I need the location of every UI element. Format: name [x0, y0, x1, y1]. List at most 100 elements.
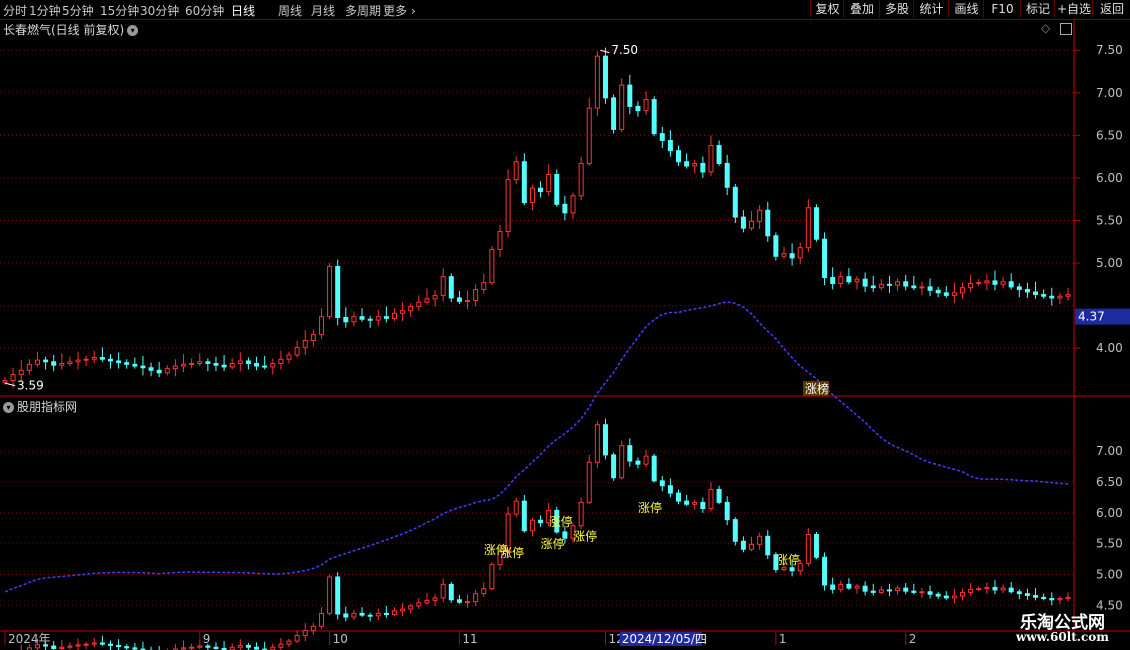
candle-body — [229, 646, 235, 650]
indicator-candle — [911, 583, 917, 595]
main-candle — [1008, 273, 1014, 290]
main-panel-title: 长春燃气(日线 前复权) ▾ — [3, 21, 139, 38]
indicator-candle — [1065, 592, 1071, 602]
candle-body — [416, 602, 422, 607]
indicator-candle — [538, 515, 544, 528]
candle-body — [732, 519, 738, 542]
candle-body — [124, 362, 130, 365]
candle-body — [465, 300, 471, 303]
candle-body — [903, 281, 909, 287]
limit-up-label: 涨停 — [776, 552, 800, 567]
candle-body — [107, 643, 113, 646]
indicator-panel-title: ▾ 股朋指标网 — [3, 398, 77, 415]
maximize-icon[interactable] — [1060, 22, 1073, 35]
main-candle — [181, 354, 187, 373]
indicator-candle — [189, 643, 195, 650]
main-candle — [26, 359, 32, 375]
candle-body — [813, 533, 819, 558]
main-candle — [205, 358, 211, 372]
indicator-candle — [757, 532, 763, 550]
main-candle — [667, 130, 673, 157]
main-candle — [676, 145, 682, 166]
main-candle — [546, 164, 552, 196]
candle-body — [635, 460, 641, 465]
time-label: 11 — [462, 632, 477, 646]
indicator-candle — [529, 517, 535, 537]
main-candle — [1016, 283, 1022, 298]
candle-body — [67, 645, 73, 648]
candle-body — [189, 646, 195, 649]
main-candle — [870, 275, 876, 292]
kline-chart[interactable]: 7.50 7.00 6.50 6.00 5.50 5.00 4.00 7.00 6.50 6.00… — [0, 0, 1130, 650]
candle-body — [627, 84, 633, 107]
main-candle — [822, 232, 828, 286]
candle-body — [757, 209, 763, 222]
main-candle — [708, 135, 714, 177]
candle-body — [432, 597, 438, 601]
main-candle — [164, 365, 170, 376]
main-candle — [1057, 292, 1063, 304]
panel-controls: ◇ — [1041, 21, 1073, 35]
main-candle — [391, 308, 397, 321]
main-candle — [1065, 287, 1071, 301]
main-candle — [189, 358, 195, 369]
indicator-candle — [659, 475, 665, 492]
candle-body — [335, 265, 341, 319]
candle-body — [75, 359, 81, 363]
main-candle — [602, 47, 608, 104]
indicator-candle — [903, 583, 909, 595]
candle-body — [538, 519, 544, 524]
candle-body — [667, 139, 673, 152]
main-candle — [367, 315, 373, 328]
candle-body — [367, 614, 373, 617]
candle-body — [805, 533, 811, 564]
main-candle — [383, 306, 389, 323]
candle-body — [124, 646, 130, 649]
indicator-candle — [67, 642, 73, 650]
candle-body — [1033, 291, 1039, 296]
main-candle — [286, 351, 292, 364]
candle-body — [911, 590, 917, 593]
main-candle — [529, 184, 535, 211]
candle-body — [448, 276, 454, 299]
candle-body — [886, 283, 892, 286]
candle-body — [667, 485, 673, 494]
candle-body — [529, 519, 535, 532]
candle-body — [424, 298, 430, 303]
indicator-candle — [1057, 596, 1063, 605]
main-candle — [148, 362, 154, 377]
candle-body — [1008, 281, 1014, 288]
candle-body — [627, 445, 633, 462]
candle-body — [716, 145, 722, 164]
main-candle — [440, 268, 446, 302]
candle-body — [554, 174, 560, 205]
candle-body — [684, 161, 690, 167]
candle-body — [651, 455, 657, 482]
diamond-icon[interactable]: ◇ — [1041, 21, 1050, 35]
main-candle — [684, 153, 690, 169]
chevron-down-icon[interactable]: ▾ — [127, 25, 139, 36]
main-candle — [627, 74, 633, 115]
main-candle — [278, 350, 284, 370]
indicator-candle — [383, 605, 389, 618]
candle-body — [294, 346, 300, 356]
candle-body — [286, 354, 292, 360]
candle-body — [968, 588, 974, 593]
candle-body — [895, 281, 901, 286]
indicator-candle — [91, 638, 97, 648]
candle-body — [854, 278, 860, 283]
candle-body — [635, 105, 641, 112]
candle-body — [391, 312, 397, 319]
candle-body — [846, 583, 852, 589]
candle-body — [611, 454, 617, 479]
candle-body — [456, 297, 462, 302]
candle-body — [911, 285, 917, 289]
candle-body — [1049, 598, 1055, 601]
candle-body — [2, 380, 8, 383]
main-candle — [578, 156, 584, 201]
candle-body — [676, 150, 682, 163]
main-candle — [635, 101, 641, 117]
chevron-down-icon[interactable]: ▾ — [3, 402, 14, 413]
candle-body — [213, 646, 219, 649]
indicator-candle — [1000, 584, 1006, 594]
